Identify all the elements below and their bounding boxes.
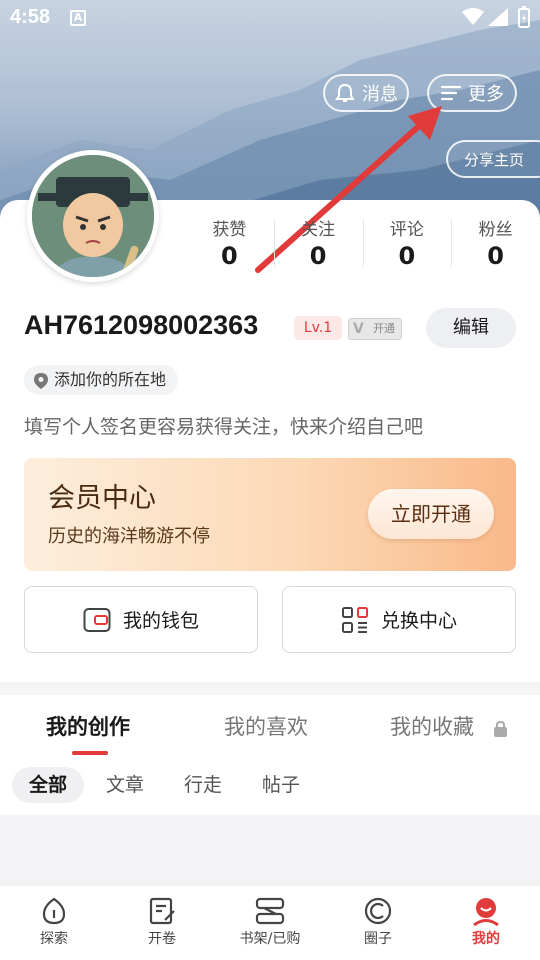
tab-my-creations[interactable]: 我的创作 [46, 711, 130, 741]
content-tabs: 我的创作 我的喜欢 我的收藏 全部 文章 行走 帖子 [0, 695, 540, 815]
status-time: 4:58 [10, 6, 51, 28]
tab-my-favorites[interactable]: 我的收藏 [390, 711, 474, 741]
share-homepage-button[interactable]: 分享主页 [446, 140, 540, 178]
wallet-icon [83, 607, 111, 632]
stat-value: 0 [309, 242, 327, 270]
exchange-label: 兑换中心 [380, 610, 457, 632]
nav-bookshelf-label: 书架/已购 [239, 931, 301, 947]
username: AH7612098002363 [24, 310, 259, 340]
tab-my-likes[interactable]: 我的喜欢 [224, 711, 308, 741]
subtab-posts[interactable]: 帖子 [262, 767, 300, 803]
explore-icon [42, 897, 66, 925]
battery-icon [518, 6, 530, 28]
subtab-all[interactable]: 全部 [12, 767, 84, 803]
bookshelf-icon [255, 897, 285, 925]
subtab-walks[interactable]: 行走 [184, 767, 222, 803]
stat-comments[interactable]: 评论 0 [362, 215, 452, 271]
notification-icon: A [70, 10, 86, 26]
location-label: 添加你的所在地 [54, 370, 167, 389]
nav-open-book-label: 开卷 [148, 931, 176, 947]
exchange-grid-icon [341, 606, 368, 633]
nav-explore-label: 探索 [40, 931, 68, 947]
signature-prompt[interactable]: 填写个人签名更容易获得关注，快来介绍自己吧 [24, 412, 423, 439]
stat-value: 0 [221, 242, 238, 270]
nav-profile[interactable]: 我的 [432, 886, 540, 960]
nav-circle[interactable]: 圈子 [324, 886, 432, 960]
wallet-button[interactable]: 我的钱包 [24, 586, 258, 653]
stat-value: 0 [398, 242, 416, 270]
signal-icon [488, 8, 508, 26]
bottom-navigation: 探索 开卷 书架/已购 圈子 我的 [0, 885, 540, 960]
content-area [0, 815, 540, 885]
nav-profile-label: 我的 [472, 931, 500, 947]
location-pin-icon [34, 373, 48, 389]
vip-badge[interactable]: 开通 [348, 318, 402, 340]
stat-label: 粉丝 [478, 220, 513, 240]
stats-row: 获赞 0 关注 0 评论 0 粉丝 0 [185, 215, 540, 271]
status-bar: 4:58 A [0, 0, 540, 36]
stat-likes[interactable]: 获赞 0 [185, 215, 274, 271]
nav-open-book[interactable]: 开卷 [108, 886, 216, 960]
stat-label: 关注 [301, 220, 336, 240]
activate-vip-button[interactable]: 立即开通 [368, 489, 494, 539]
share-label: 分享主页 [464, 150, 525, 169]
add-location-button[interactable]: 添加你的所在地 [24, 365, 179, 395]
stat-followers[interactable]: 粉丝 0 [451, 215, 540, 271]
active-tab-indicator [72, 751, 108, 755]
edit-book-icon [149, 897, 175, 925]
vip-subtitle: 历史的海洋畅游不停 [48, 526, 210, 547]
circle-icon [364, 897, 392, 925]
level-badge: Lv.1 [294, 316, 342, 340]
exchange-center-button[interactable]: 兑换中心 [282, 586, 516, 653]
stat-label: 获赞 [212, 220, 247, 240]
avatar-illustration [32, 155, 154, 277]
more-label: 更多 [468, 84, 504, 105]
vip-center-card[interactable]: 会员中心 历史的海洋畅游不停 立即开通 [24, 458, 516, 571]
subtab-articles[interactable]: 文章 [106, 767, 144, 803]
wallet-label: 我的钱包 [122, 610, 199, 632]
wifi-icon [462, 8, 484, 25]
stat-following[interactable]: 关注 0 [273, 215, 363, 271]
lock-icon [494, 721, 507, 737]
nav-explore[interactable]: 探索 [0, 886, 108, 960]
nav-bookshelf[interactable]: 书架/已购 [216, 886, 324, 960]
stat-value: 0 [487, 242, 504, 270]
nav-circle-label: 圈子 [364, 931, 392, 947]
profile-icon [473, 898, 499, 926]
stat-label: 评论 [389, 220, 424, 240]
vip-title: 会员中心 [48, 483, 156, 514]
avatar[interactable] [27, 150, 159, 282]
edit-profile-button[interactable]: 编辑 [426, 308, 516, 348]
